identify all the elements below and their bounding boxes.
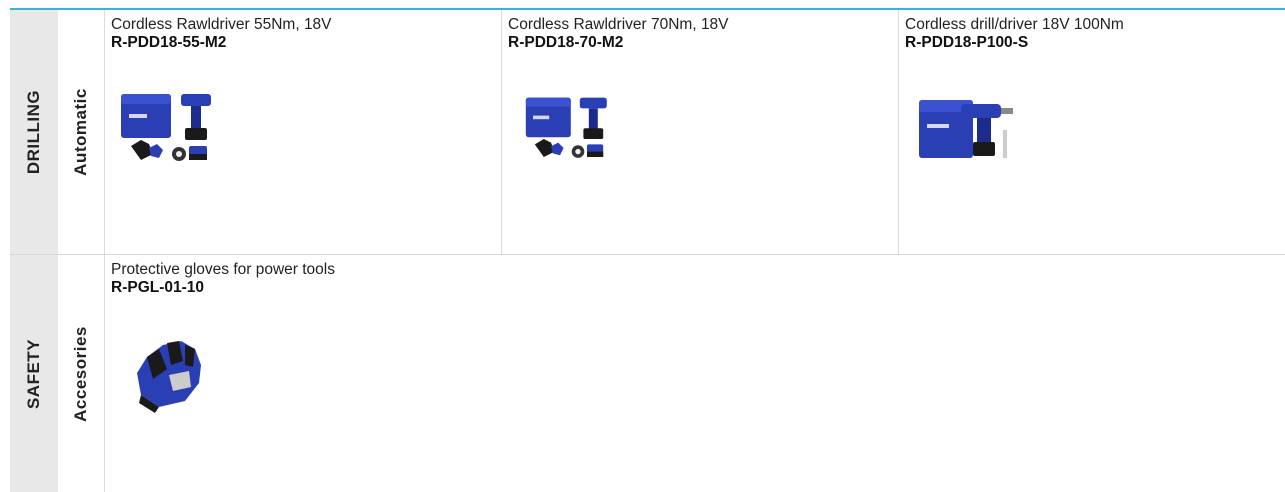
product-cell[interactable]: Cordless drill/driver 18V 100Nm R-PDD18-…	[899, 10, 1285, 254]
product-cell[interactable]: Protective gloves for power tools R-PGL-…	[105, 255, 605, 492]
product-code: R-PDD18-70-M2	[508, 34, 624, 51]
subcategory-label: Accesories	[71, 325, 90, 422]
drill-case-image	[919, 100, 1013, 158]
category-label: SAFETY	[24, 338, 43, 409]
product-cell[interactable]: Cordless Rawldriver 55Nm, 18V R-PDD18-55…	[105, 10, 502, 254]
subcategory-cell-automatic: Automatic	[58, 10, 105, 254]
product-cell[interactable]: Cordless Rawldriver 70Nm, 18V R-PDD18-70…	[502, 10, 899, 254]
category-label: DRILLING	[24, 89, 43, 175]
product-name: Protective gloves for power tools	[111, 261, 335, 278]
product-code: R-PDD18-55-M2	[111, 34, 227, 51]
product-code: R-PGL-01-10	[111, 279, 205, 296]
glove-image	[137, 341, 201, 413]
product-name: Cordless Rawldriver 70Nm, 18V	[508, 16, 729, 33]
product-name: Cordless drill/driver 18V 100Nm	[905, 16, 1124, 33]
category-cell-drilling: DRILLING	[10, 10, 59, 254]
subcategory-cell-accesories: Accesories	[58, 255, 105, 492]
drill-kit-image	[525, 97, 607, 158]
subcategory-label: Automatic	[71, 88, 90, 176]
product-code: R-PDD18-P100-S	[905, 34, 1029, 51]
product-name: Cordless Rawldriver 55Nm, 18V	[111, 16, 332, 33]
category-cell-safety: SAFETY	[10, 255, 59, 492]
drill-kit-image	[121, 94, 211, 161]
product-table: DRILLING Automatic Cordless Rawldriver 5…	[10, 10, 1285, 492]
